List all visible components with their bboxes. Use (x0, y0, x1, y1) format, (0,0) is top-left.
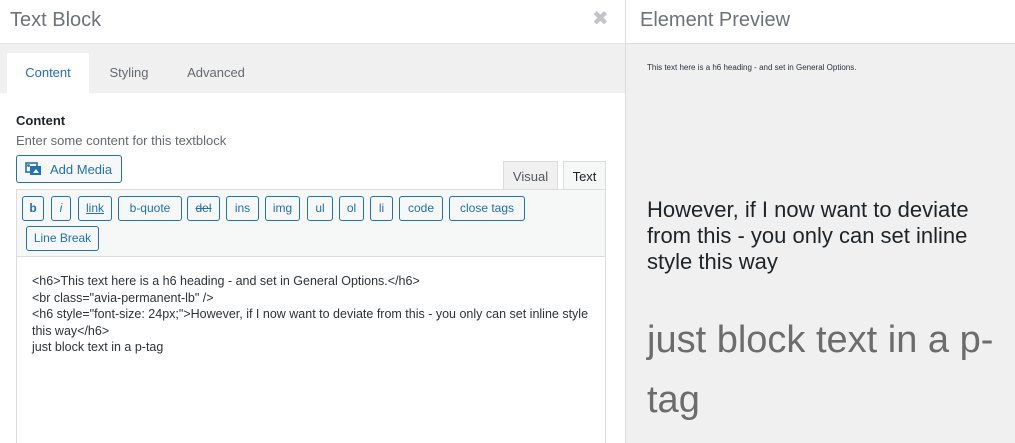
add-media-label: Add Media (50, 162, 113, 177)
modal-title: Text Block (10, 9, 102, 31)
qt-del-label: del (195, 201, 212, 215)
qt-ul-button[interactable]: ul (307, 196, 333, 221)
tab-content[interactable]: Content (7, 53, 89, 93)
content-panel: Content Enter some content for this text… (0, 93, 625, 443)
modal-header: Text Block ✖ (0, 0, 625, 44)
qt-ol-button[interactable]: ol (339, 196, 364, 221)
element-preview-panel: Element Preview This text here is a h6 h… (625, 0, 1015, 443)
add-media-button[interactable]: Add Media (16, 155, 122, 183)
preview-h6-inline-styled: However, if I now want to deviate from t… (647, 197, 969, 274)
qt-close-tags-button[interactable]: close tags (449, 196, 525, 221)
tab-bar: Content Styling Advanced (0, 44, 625, 93)
qt-italic-button[interactable]: i (51, 196, 71, 221)
qt-li-button[interactable]: li (370, 196, 393, 221)
qt-code-button[interactable]: code (399, 196, 443, 221)
qt-bquote-button[interactable]: b-quote (118, 196, 182, 221)
content-field-label: Content (16, 113, 66, 128)
qt-bold-button[interactable]: b (22, 196, 44, 221)
text-editor-textarea[interactable]: <h6>This text here is a h6 heading - and… (16, 256, 606, 443)
tab-styling[interactable]: Styling (94, 53, 164, 93)
quicktags-toolbar: b i link b-quote del ins img ul ol li co… (16, 189, 606, 256)
preview-title: Element Preview (640, 9, 791, 31)
qt-img-button[interactable]: img (265, 196, 300, 221)
content-field-description: Enter some content for this textblock (16, 133, 227, 148)
close-icon[interactable]: ✖ (592, 9, 609, 29)
tab-advanced[interactable]: Advanced (172, 53, 260, 93)
editor-tab-visual[interactable]: Visual (503, 161, 558, 190)
add-media-icon (25, 162, 41, 175)
text-editor-content[interactable]: <h6>This text here is a h6 heading - and… (32, 273, 602, 356)
preview-h6-heading: This text here is a h6 heading - and set… (647, 63, 857, 72)
text-block-modal: Text Block ✖ Content Styling Advanced Co… (0, 0, 625, 443)
preview-paragraph: just block text in a p-tag (647, 319, 994, 421)
qt-link-label: link (85, 201, 104, 215)
editor-tab-text[interactable]: Text (563, 161, 606, 190)
qt-ins-button[interactable]: ins (226, 196, 259, 221)
preview-header: Element Preview (626, 0, 1015, 44)
qt-link-button[interactable]: link (78, 196, 112, 221)
qt-del-button[interactable]: del (187, 196, 220, 221)
qt-line-break-button[interactable]: Line Break (26, 226, 99, 251)
